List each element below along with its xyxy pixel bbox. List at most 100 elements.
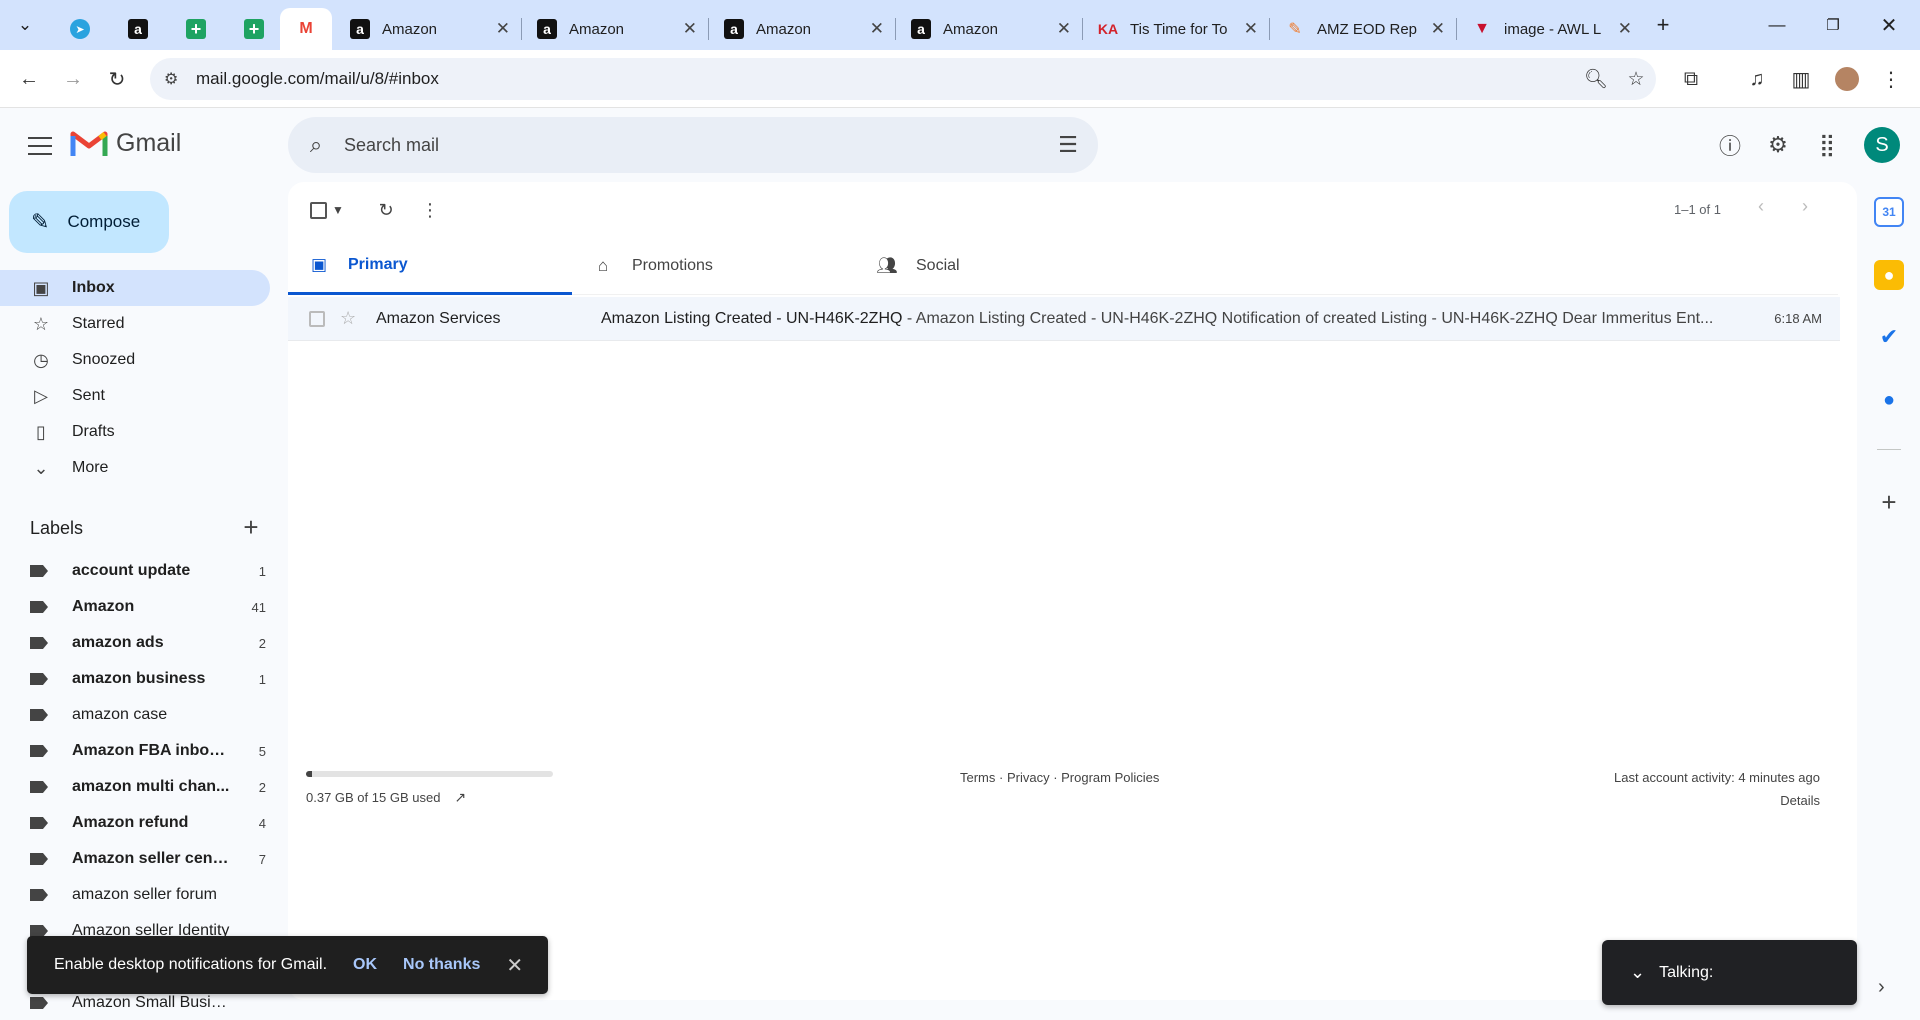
tab-amazon-2[interactable]: a Amazon ✕	[527, 8, 707, 50]
side-panel-icon[interactable]: ▥	[1786, 64, 1816, 94]
label-count: 4	[258, 815, 266, 831]
close-icon[interactable]: ✕	[506, 953, 523, 978]
new-tab-button[interactable]: +	[1648, 10, 1678, 40]
account-avatar[interactable]: S	[1864, 127, 1900, 163]
restore-icon[interactable]: ❐	[1818, 10, 1848, 40]
close-icon[interactable]: ✕	[683, 19, 697, 39]
star-icon[interactable]: ☆	[340, 308, 358, 329]
back-icon[interactable]: ←	[14, 64, 44, 94]
compose-button[interactable]: ✎ Compose	[9, 191, 169, 253]
tab-amazon-1[interactable]: a Amazon ✕	[340, 8, 520, 50]
tab-search-icon[interactable]: ⌄	[10, 10, 40, 40]
settings-gear-icon[interactable]: ⚙	[1761, 128, 1795, 162]
bookmark-star-icon[interactable]: ☆	[1616, 68, 1656, 91]
tab-social[interactable]: 👥︎ Social	[856, 237, 1140, 295]
close-icon[interactable]: ✕	[1244, 19, 1258, 39]
label-tag-icon	[30, 889, 48, 901]
sidebar-item-starred[interactable]: ☆ Starred	[0, 306, 270, 342]
tab-promotions[interactable]: ⌂ Promotions	[572, 237, 856, 295]
tab-amz-eod[interactable]: ✎ AMZ EOD Rep ✕	[1275, 8, 1455, 50]
search-options-icon[interactable]: ☰	[1038, 132, 1098, 158]
main-menu-icon[interactable]	[26, 132, 54, 160]
minimize-icon[interactable]: —	[1762, 10, 1792, 40]
close-icon[interactable]: ✕	[1057, 19, 1071, 39]
support-icon[interactable]: ⓘ	[1713, 128, 1747, 162]
open-in-new-icon[interactable]: ↗	[454, 789, 466, 806]
tab-separator	[1082, 18, 1083, 40]
profile-avatar[interactable]	[1832, 64, 1862, 94]
site-info-icon[interactable]: ⚙	[164, 69, 186, 89]
tab-awl[interactable]: ▼ image - AWL L ✕	[1462, 8, 1642, 50]
browser-menu-icon[interactable]: ⋮	[1876, 64, 1906, 94]
tab-separator	[1269, 18, 1270, 40]
no-thanks-button[interactable]: No thanks	[403, 956, 480, 974]
details-link[interactable]: Details	[1780, 793, 1820, 808]
more-options-icon[interactable]: ⋮	[418, 194, 442, 226]
close-icon[interactable]: ✕	[496, 19, 510, 39]
select-all-checkbox[interactable]	[308, 194, 328, 226]
tab-telegram[interactable]: ➤	[62, 8, 98, 50]
sidebar-item-drafts[interactable]: ▯ Drafts	[0, 414, 270, 450]
privacy-link[interactable]: Privacy	[1007, 770, 1050, 785]
gmail-icon: M	[299, 20, 313, 37]
address-bar[interactable]: ⚙ mail.google.com/mail/u/8/#inbox 🔍︎ ☆	[150, 58, 1656, 100]
chevron-left-icon[interactable]: ‹	[1758, 196, 1764, 217]
program-policies-link[interactable]: Program Policies	[1061, 770, 1159, 785]
media-controls-icon[interactable]: ♫	[1742, 64, 1772, 94]
reload-icon[interactable]: ↻	[102, 64, 132, 94]
refresh-icon[interactable]: ↻	[370, 194, 402, 226]
tab-amazon-pinned[interactable]: a	[118, 8, 158, 50]
close-icon[interactable]: ✕	[870, 19, 884, 39]
close-icon[interactable]: ✕	[1431, 19, 1445, 39]
tab-amazon-4[interactable]: a Amazon ✕	[901, 8, 1081, 50]
forward-icon[interactable]: →	[58, 64, 88, 94]
label-item[interactable]: Amazon 41	[0, 589, 270, 625]
search-input[interactable]	[344, 134, 1038, 156]
search-icon[interactable]: ⌕	[288, 132, 344, 158]
sidebar-item-snoozed[interactable]: ◷ Snoozed	[0, 342, 270, 378]
ok-button[interactable]: OK	[353, 956, 377, 974]
label-item[interactable]: Amazon FBA inbou... 5	[0, 733, 270, 769]
label-item[interactable]: Amazon seller cent... 7	[0, 841, 270, 877]
tab-amazon-3[interactable]: a Amazon ✕	[714, 8, 894, 50]
label-item[interactable]: amazon ads 2	[0, 625, 270, 661]
chevron-right-icon[interactable]: ›	[1878, 976, 1885, 999]
talking-widget[interactable]: ⌄ Talking:	[1602, 940, 1857, 1005]
terms-link[interactable]: Terms	[960, 770, 995, 785]
chevron-down-icon[interactable]: ⌄	[1630, 962, 1645, 983]
email-subject: Amazon Listing Created - UN-H46K-2ZHQ	[601, 309, 903, 327]
contacts-icon[interactable]: ●	[1874, 385, 1904, 415]
email-row[interactable]: ☆ Amazon Services Amazon Listing Created…	[288, 297, 1840, 341]
ka-icon: KA	[1097, 21, 1119, 37]
google-apps-icon[interactable]: ⣿	[1810, 128, 1844, 162]
email-checkbox[interactable]	[309, 310, 325, 327]
label-item[interactable]: amazon case	[0, 697, 270, 733]
tab-primary[interactable]: ▣ Primary	[288, 237, 572, 295]
sidebar-item-inbox[interactable]: ▣ Inbox	[0, 270, 270, 306]
gmail-logo[interactable]: Gmail	[70, 128, 181, 158]
close-icon[interactable]: ✕	[1618, 19, 1632, 39]
keep-icon[interactable]: ●	[1874, 260, 1904, 290]
plus-icon[interactable]: +	[1874, 487, 1904, 517]
zoom-icon[interactable]: 🔍︎	[1576, 67, 1616, 91]
label-name: account update	[72, 562, 191, 579]
tab-ka[interactable]: KA Tis Time for To ✕	[1088, 8, 1268, 50]
label-item[interactable]: amazon multi chan... 2	[0, 769, 270, 805]
chevron-right-icon[interactable]: ›	[1802, 196, 1808, 217]
tasks-icon[interactable]: ✔	[1874, 322, 1904, 352]
tab-sheets-2[interactable]: +	[234, 8, 274, 50]
label-item[interactable]: Amazon refund 4	[0, 805, 270, 841]
tab-gmail[interactable]: M	[280, 8, 332, 50]
window-close-icon[interactable]: ✕	[1874, 10, 1904, 40]
tab-sheets-1[interactable]: +	[176, 8, 216, 50]
sidebar-item-sent[interactable]: ▷ Sent	[0, 378, 270, 414]
sidebar-item-more[interactable]: ⌄ More	[0, 450, 270, 486]
label-item[interactable]: amazon business 1	[0, 661, 270, 697]
select-dropdown-icon[interactable]: ▼	[330, 194, 346, 226]
label-item[interactable]: amazon seller forum	[0, 877, 270, 913]
extensions-icon[interactable]: ⧉	[1676, 64, 1706, 94]
create-label-plus-icon[interactable]: +	[238, 512, 264, 543]
calendar-icon[interactable]: 31	[1874, 197, 1904, 227]
label-item[interactable]: account update 1	[0, 553, 270, 589]
search-bar[interactable]: ⌕ ☰	[288, 117, 1098, 173]
